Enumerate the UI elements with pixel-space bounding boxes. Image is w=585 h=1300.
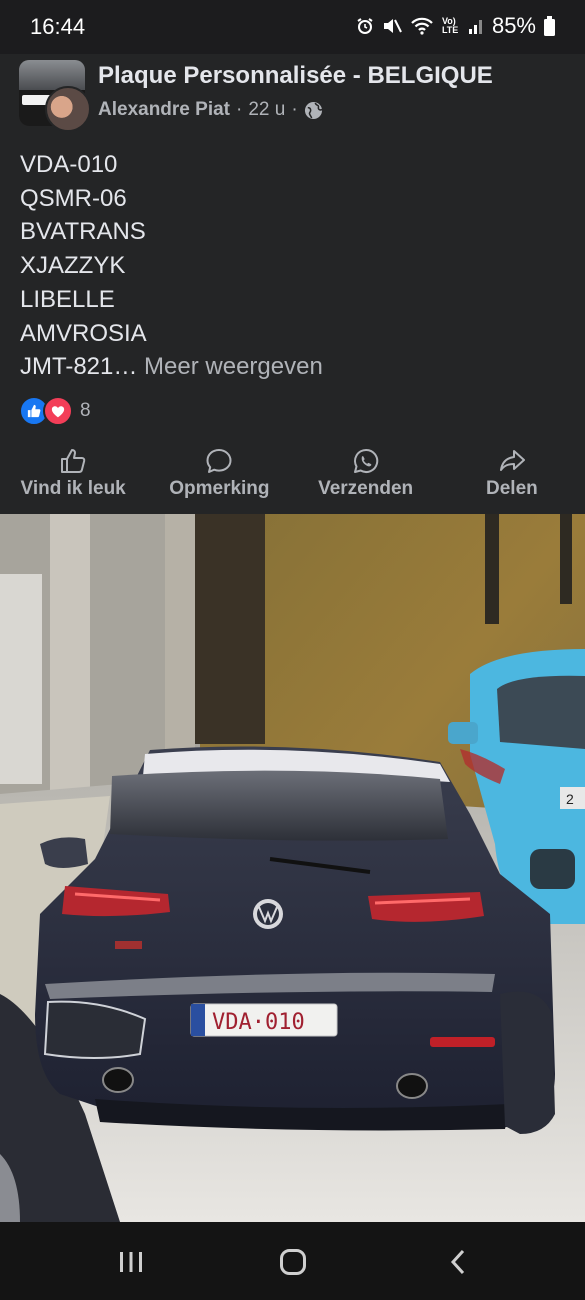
battery-percent: 85% <box>491 13 536 38</box>
send-button-label: Verzenden <box>318 478 414 499</box>
mute-icon <box>383 19 402 33</box>
post-meta: Alexandre Piat · 22 u · <box>98 99 323 121</box>
post-line: VDA-010 <box>20 151 118 178</box>
signal-icon <box>468 20 482 34</box>
post-line: BVATRANS <box>20 218 146 246</box>
group-name[interactable]: Plaque Personnalisée - BELGIQUE <box>98 62 493 90</box>
whatsapp-icon <box>353 448 378 473</box>
wifi-icon <box>411 17 433 35</box>
recent-apps-icon <box>120 1252 142 1272</box>
love-icon <box>43 396 73 426</box>
navigation-bar <box>0 1222 585 1300</box>
home-button[interactable] <box>273 1244 313 1280</box>
volte-icon: Vo) LTE <box>441 16 459 35</box>
comment-button[interactable]: Opmerking <box>146 440 292 512</box>
home-icon <box>280 1249 306 1275</box>
back-button[interactable] <box>438 1244 478 1280</box>
license-plate-text: VDA·010 <box>212 1010 305 1035</box>
like-button-label: Vind ik leuk <box>20 478 126 499</box>
post-line-last: JMT-821… Meer weergeven <box>20 350 565 384</box>
comment-icon <box>206 449 232 473</box>
comment-button-label: Opmerking <box>169 478 270 499</box>
share-button[interactable]: Delen <box>439 440 585 512</box>
globe-icon <box>304 101 322 119</box>
share-button-label: Delen <box>486 478 538 499</box>
blue-car-plate-text: 2 <box>566 791 574 807</box>
meta-separator-2: · <box>291 99 298 120</box>
post-time[interactable]: 22 u <box>248 99 285 121</box>
post-header: Plaque Personnalisée - BELGIQUE Alexandr… <box>0 54 585 134</box>
post-photo[interactable]: 2 VDA·010 <box>0 514 585 1222</box>
meta-separator: · <box>236 99 243 120</box>
avatar[interactable] <box>45 86 91 132</box>
post-line: QSMR-06 <box>20 184 127 212</box>
post-line-truncated: JMT-821… <box>20 353 138 381</box>
status-bar: 16:44 Vo) LTE 85% <box>0 0 585 54</box>
status-icons: Vo) LTE 85% <box>356 13 555 39</box>
post-line: AMVROSIA <box>20 319 147 347</box>
back-icon <box>450 1249 465 1275</box>
alarm-icon <box>357 18 373 34</box>
like-button[interactable]: Vind ik leuk <box>0 440 146 512</box>
post-line: XJAZZYK <box>20 252 126 280</box>
post-line: LIBELLE <box>20 285 115 313</box>
reaction-count: 8 <box>80 400 91 421</box>
author-name[interactable]: Alexandre Piat <box>98 99 230 121</box>
send-button[interactable]: Verzenden <box>293 440 439 512</box>
battery-icon <box>544 16 555 36</box>
post-actions: Vind ik leuk Opmerking Verzenden Delen <box>0 440 585 512</box>
photo-illustration: 2 VDA·010 <box>0 514 585 1222</box>
status-time: 16:44 <box>30 14 86 39</box>
reactions-summary[interactable]: 8 <box>19 396 91 426</box>
recent-apps-button[interactable] <box>111 1244 151 1280</box>
see-more-link[interactable]: Meer weergeven <box>144 353 323 380</box>
share-icon <box>499 450 525 471</box>
thumbs-up-icon <box>61 449 86 473</box>
post-text: VDA-010 QSMR-06 BVATRANS XJAZZYK LIBELLE… <box>20 148 565 384</box>
